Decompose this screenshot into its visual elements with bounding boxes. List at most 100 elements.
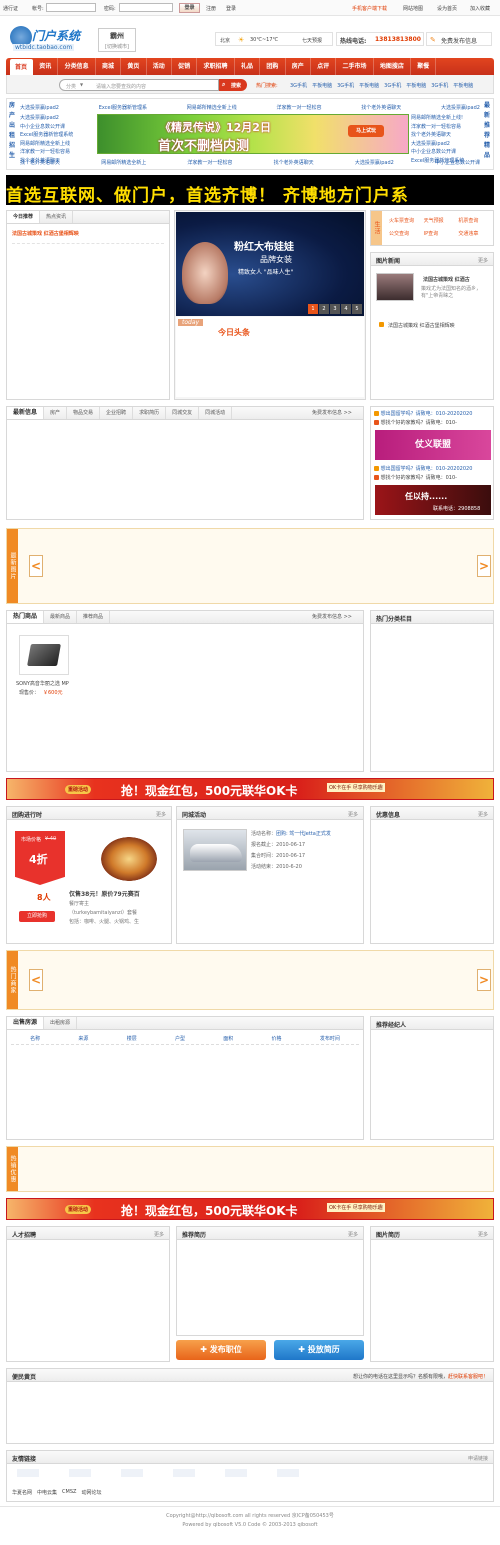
nav-item-1[interactable]: 资讯 — [33, 58, 59, 75]
photo-news-caption[interactable]: 法国古城策戏 红酒古 — [423, 276, 470, 283]
promo-banner-1[interactable]: 重磅活动 抢！现金红包，500元联华OK卡 OK卡在手 尽享购物乐趣 — [6, 778, 494, 800]
contact-service-link[interactable]: 赶快联系客服吧！ — [448, 1374, 488, 1380]
nav-item-12[interactable]: 二手市场 — [336, 58, 374, 75]
pics-prev-button[interactable]: < — [29, 555, 43, 577]
ad-link[interactable]: 网易邮所精选全新上线 — [187, 104, 237, 111]
products-publish-link[interactable]: 免费发布信息 >> — [306, 611, 358, 623]
nav-item-10[interactable]: 房产 — [286, 58, 311, 75]
tab-today-recommend[interactable]: 今日推荐 — [7, 211, 41, 223]
photo-resumes-more[interactable]: 更多 — [478, 1231, 488, 1238]
friend-link[interactable]: 华夏名网 — [12, 1489, 32, 1496]
search-button[interactable]: ⌕ 搜索 — [219, 79, 247, 91]
promo-banner-2[interactable]: 重磅活动 抢！现金红包，500元联华OK卡 OK卡在手 尽享购物乐趣 — [6, 1198, 494, 1220]
activity-car-image[interactable] — [183, 829, 247, 871]
nav-item-2[interactable]: 分类信息 — [58, 58, 96, 75]
shops-next-button[interactable]: > — [477, 969, 491, 991]
tab-latest-0[interactable]: 房产 — [44, 407, 68, 419]
photo-news-headline[interactable]: 法国古城策戏 红酒古堡相辉映 — [388, 322, 455, 329]
password-input[interactable] — [119, 3, 173, 12]
houses-title[interactable]: 出售房源 — [7, 1017, 45, 1029]
hot-search-item[interactable]: 3G手机 — [431, 82, 448, 89]
ad-link[interactable]: 网易邮所精选全新上 — [101, 159, 146, 166]
hot-search-item[interactable]: 3G手机 — [290, 82, 307, 89]
ad-link[interactable]: 洋家教一对一轻松容 — [187, 159, 232, 166]
ad-link[interactable]: 大选投票赢ipad2 — [441, 104, 480, 111]
ad-link[interactable]: 找个老外英语聊天 — [274, 159, 314, 166]
hot-search-item[interactable]: 平板电脑 — [453, 82, 473, 89]
publish-free-button[interactable]: ✎ 免费发布信息 — [426, 32, 492, 46]
ad-link[interactable]: 洋家教一对一轻松容 — [276, 104, 321, 111]
nav-item-6[interactable]: 促销 — [172, 58, 198, 75]
game-play-button[interactable]: 马上试玩 — [348, 125, 384, 137]
tab-new-products[interactable]: 最新商品 — [44, 611, 78, 623]
post-job-button[interactable]: ✚ 发布职位 — [176, 1340, 266, 1360]
marquee-banner[interactable]: 首选互联网、做门户，首选齐博！ 齐博地方门户系 — [6, 175, 494, 205]
nav-item-8[interactable]: 礼品 — [235, 58, 261, 75]
focus-slide[interactable]: 粉红大布娃娃 品牌女装 精致女人 "品味人生" 12345 — [176, 212, 364, 316]
hot-search-item[interactable]: 平板电脑 — [312, 82, 332, 89]
group-buy-more[interactable]: 更多 — [156, 811, 166, 818]
tab-recommended-products[interactable]: 推荐商品 — [77, 611, 111, 623]
ad-link[interactable]: 大选投票赢ipad2 — [20, 114, 98, 123]
nav-item-11[interactable]: 点评 — [311, 58, 337, 75]
ad-link[interactable]: 大选投票赢ipad2 — [355, 159, 394, 166]
nav-item-4[interactable]: 黄页 — [121, 58, 147, 75]
hot-products-title[interactable]: 热门商品 — [7, 611, 45, 623]
ad-link[interactable]: 网易邮所精选全新上线 — [20, 140, 98, 149]
ad-link[interactable]: Excel服务器新管理系 — [99, 104, 147, 111]
pics-next-button[interactable]: > — [477, 555, 491, 577]
latest-publish-link[interactable]: 免费发布信息 >> — [306, 407, 358, 419]
product-name[interactable]: SONY高音华丽之选 MP — [16, 680, 69, 687]
login-button[interactable]: 登录 — [179, 3, 200, 13]
focus-page-2[interactable]: 2 — [319, 304, 329, 314]
tab-rent-houses[interactable]: 出租房源 — [44, 1017, 78, 1029]
service-link[interactable]: 机票查询 — [458, 217, 493, 224]
service-link[interactable]: 火车票查询 — [389, 217, 424, 224]
nav-item-13[interactable]: 地图搜店 — [374, 58, 412, 75]
hot-search-item[interactable]: 3G手机 — [384, 82, 401, 89]
nav-item-3[interactable]: 商城 — [96, 58, 122, 75]
tab-latest-2[interactable]: 企业招聘 — [100, 407, 134, 419]
jobs-more[interactable]: 更多 — [154, 1231, 164, 1238]
tab-latest-1[interactable]: 物品交易 — [67, 407, 101, 419]
service-link[interactable]: 天气预报 — [424, 217, 459, 224]
product-card[interactable] — [19, 635, 69, 675]
service-link[interactable]: IP查询 — [424, 230, 459, 237]
account-input[interactable] — [46, 3, 96, 12]
nav-item-9[interactable]: 团购 — [260, 58, 286, 75]
friend-link[interactable]: CMSZ — [62, 1489, 76, 1496]
set-home-link[interactable]: 设为首页 — [437, 5, 457, 12]
ad-link[interactable]: 大选投票赢ipad2 — [411, 140, 483, 149]
ad-link[interactable]: 洋家教一对一轻松容易 — [411, 123, 483, 132]
login-link[interactable]: 登录 — [226, 5, 236, 12]
focus-page-3[interactable]: 3 — [330, 304, 340, 314]
promo-ad-2[interactable]: 任以持...... 联系电话：2908858 — [375, 485, 491, 515]
focus-page-1[interactable]: 1 — [308, 304, 318, 314]
activity-more[interactable]: 更多 — [348, 811, 358, 818]
photo-news-more[interactable]: 更多 — [478, 257, 488, 264]
service-link[interactable]: 公交查询 — [389, 230, 424, 237]
activity-name[interactable]: 团购: 驾一代Jetta正式发 — [276, 831, 331, 837]
apply-link[interactable]: 申请链接 — [468, 1455, 488, 1462]
photo-news-image[interactable] — [376, 273, 414, 301]
resumes-more[interactable]: 更多 — [348, 1231, 358, 1238]
hot-search-item[interactable]: 平板电脑 — [359, 82, 379, 89]
friend-link[interactable]: 中电云集 — [37, 1489, 57, 1496]
add-favorite-link[interactable]: 加入收藏 — [470, 5, 490, 12]
ad-link[interactable]: 中小企业息数公开课 — [20, 123, 98, 132]
offers-more[interactable]: 更多 — [478, 811, 488, 818]
game-banner[interactable]: 《精灵传说》12月2日 首次不删档内测 马上试玩 — [97, 114, 409, 154]
group-food-image[interactable] — [101, 837, 157, 881]
mobile-download-link[interactable]: 手机客户端下载 — [352, 5, 387, 12]
focus-page-5[interactable]: 5 — [352, 304, 362, 314]
tab-latest-4[interactable]: 同城交友 — [166, 407, 200, 419]
ad-link[interactable]: 中小企业息数公开课 — [435, 159, 480, 166]
sitemap-link[interactable]: 网站地图 — [403, 5, 423, 12]
service-link[interactable]: 交通违章 — [458, 230, 493, 237]
ad-link[interactable]: Excel服务器新管理系统 — [20, 131, 98, 140]
shops-prev-button[interactable]: < — [29, 969, 43, 991]
tab-hot-news[interactable]: 热点资讯 — [40, 211, 74, 223]
city-switch-link[interactable]: [切换城市] — [99, 43, 135, 50]
hot-search-item[interactable]: 3G手机 — [337, 82, 354, 89]
friend-link[interactable]: 动网论坛 — [81, 1489, 101, 1496]
